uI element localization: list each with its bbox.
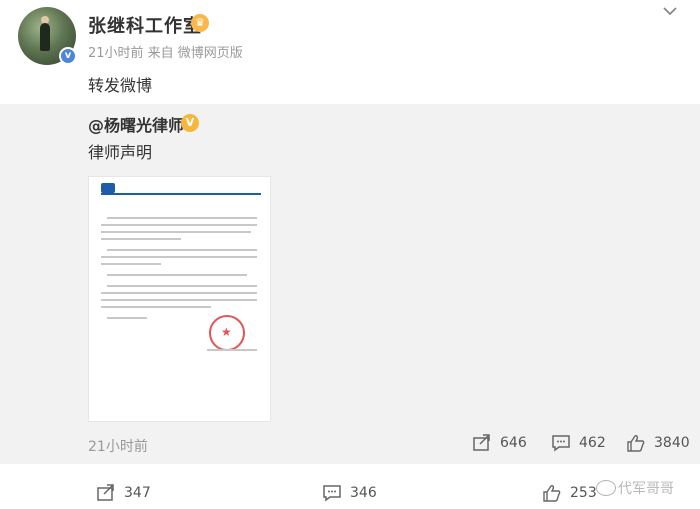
repost-like-count: 3840: [654, 435, 690, 451]
post-text: 转发微博: [88, 76, 153, 95]
repost-time: 21小时前: [88, 439, 148, 455]
share-icon: [473, 434, 490, 451]
share-icon: [97, 484, 114, 501]
repost-share-button[interactable]: 646: [472, 434, 527, 452]
repost-comment-button[interactable]: 462: [551, 434, 606, 452]
repost-username[interactable]: @杨曙光律师: [88, 112, 184, 136]
comment-count: 346: [350, 485, 377, 501]
post-username[interactable]: 张继科工作室: [88, 12, 202, 38]
weibo-logo-icon: [596, 480, 616, 496]
thumbs-up-icon: [627, 435, 645, 452]
share-count: 347: [124, 485, 151, 501]
watermark: 代军哥哥: [596, 478, 674, 498]
thumbs-up-icon: [543, 485, 561, 502]
repost-card: @杨曙光律师 V 律师声明 ★ 21小时前 646 462 3840: [0, 104, 700, 464]
like-count: 253: [570, 485, 597, 501]
repost-share-count: 646: [500, 435, 527, 451]
repost-like-button[interactable]: 3840: [626, 434, 690, 452]
gold-v-badge-icon: V: [181, 114, 199, 132]
post-footer: 347 346 253 代军哥哥: [0, 464, 700, 509]
like-button[interactable]: 253: [542, 484, 597, 502]
comment-icon: [323, 485, 341, 502]
repost-text: 律师声明: [88, 143, 153, 162]
statement-image[interactable]: ★: [88, 176, 271, 422]
comment-icon: [552, 435, 570, 452]
crown-icon: ♛: [191, 14, 209, 32]
comment-button[interactable]: 346: [322, 484, 377, 502]
verified-badge-icon: v: [59, 47, 77, 65]
share-button[interactable]: 347: [96, 484, 151, 502]
repost-comment-count: 462: [579, 435, 606, 451]
law-firm-logo-icon: [101, 183, 115, 193]
chevron-down-icon[interactable]: [662, 2, 678, 21]
post-meta: 21小时前 来自 微博网页版: [88, 46, 243, 61]
watermark-text: 代军哥哥: [618, 481, 674, 497]
post-header: v 张继科工作室 ♛ 21小时前 来自 微博网页版 转发微博: [0, 0, 700, 104]
